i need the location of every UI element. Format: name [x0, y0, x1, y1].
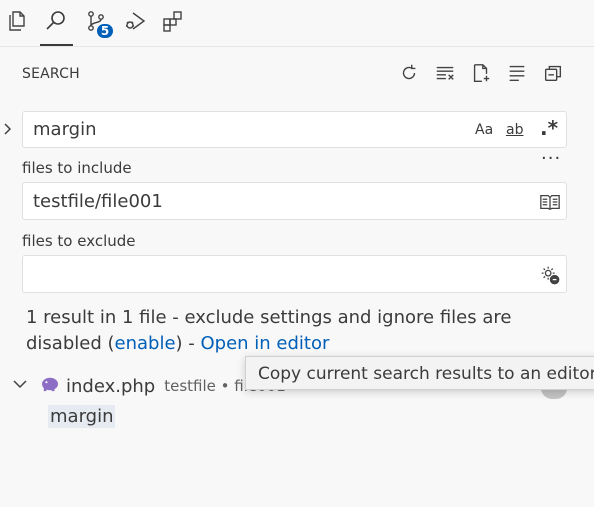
clear-results-icon[interactable]: [434, 62, 456, 88]
toggle-replace-chevron-icon[interactable]: [0, 118, 16, 140]
chevron-down-icon[interactable]: [10, 374, 30, 398]
enable-link[interactable]: enable: [115, 333, 176, 354]
search-view-title: SEARCH: [22, 66, 80, 82]
activity-bar: 5: [0, 0, 594, 47]
open-in-editor-tooltip: Copy current search results to an editor…: [245, 356, 594, 390]
search-input[interactable]: [33, 112, 463, 147]
use-regex-toggle[interactable]: .*: [540, 116, 558, 140]
include-input[interactable]: [33, 183, 463, 219]
use-exclude-settings-icon[interactable]: [539, 264, 561, 290]
match-case-toggle[interactable]: Aa: [475, 119, 493, 141]
toggle-search-details-icon[interactable]: ···: [541, 148, 561, 169]
extensions-icon[interactable]: [158, 6, 188, 36]
include-input-box: [22, 182, 567, 220]
explorer-icon[interactable]: [2, 6, 32, 36]
result-match-line[interactable]: margin: [48, 405, 116, 428]
source-control-badge: 5: [95, 22, 115, 40]
exclude-input[interactable]: [33, 256, 463, 292]
search-result-message: 1 result in 1 file - exclude settings an…: [26, 305, 526, 357]
run-debug-icon[interactable]: [120, 6, 150, 36]
active-view-indicator: [40, 44, 73, 46]
exclude-input-box: [22, 255, 567, 293]
new-search-editor-icon[interactable]: [470, 62, 492, 88]
view-as-tree-icon[interactable]: [506, 62, 528, 88]
search-input-box: Aa ab .*: [22, 111, 567, 148]
result-file-name: index.php: [66, 375, 156, 397]
refresh-icon[interactable]: [398, 62, 420, 88]
search-open-editors-icon[interactable]: [539, 191, 561, 217]
search-icon[interactable]: [41, 6, 71, 36]
result-summary-separator: ) -: [175, 333, 201, 354]
include-label: files to include: [22, 159, 132, 177]
collapse-all-icon[interactable]: [542, 62, 564, 88]
exclude-label: files to exclude: [22, 232, 136, 250]
match-whole-word-toggle[interactable]: ab: [506, 119, 523, 141]
php-file-icon: [40, 376, 60, 396]
open-in-editor-link[interactable]: Open in editor: [201, 333, 330, 354]
